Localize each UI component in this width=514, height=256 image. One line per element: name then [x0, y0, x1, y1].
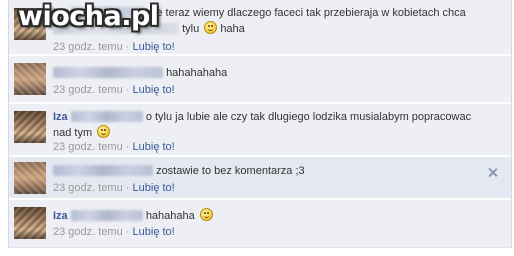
meta-separator: · [125, 141, 130, 153]
comment-divider [9, 102, 511, 103]
blurred-name [70, 210, 143, 221]
smiley-icon [97, 125, 111, 138]
avatar[interactable] [14, 8, 46, 40]
comment-author[interactable]: Iza [53, 7, 68, 19]
comment-item: Iza hahahaha 23 godz. temu · Lubię to! [9, 200, 511, 247]
comment-timestamp[interactable]: 23 godz. temu [53, 182, 123, 194]
comment-text: o tylu ja lubie ale czy tak dlugiego lod… [145, 111, 472, 123]
like-link[interactable]: Lubię to! [133, 41, 175, 53]
comment-text-tail: haha [220, 23, 245, 35]
comment-text: hahahahaha [166, 67, 228, 79]
blurred-name [70, 111, 143, 122]
like-link[interactable]: Lubię to! [133, 141, 175, 153]
comment-divider [9, 198, 511, 199]
smiley-icon [199, 208, 213, 221]
avatar[interactable] [14, 111, 46, 143]
comment-divider [9, 54, 511, 55]
comment-timestamp[interactable]: 23 godz. temu [53, 41, 123, 53]
close-icon[interactable] [488, 168, 497, 177]
comment-item: zostawie to bez komentarza ;3 23 godz. t… [9, 157, 511, 199]
blurred-name [70, 7, 145, 18]
comment-timestamp[interactable]: 23 godz. temu [53, 84, 123, 96]
comment-body: Iza o tylu ja lubie ale czy tak dlugiego… [53, 110, 483, 141]
comment-meta: 23 godz. temu · Lubię to! [53, 40, 175, 54]
like-link[interactable]: Lubię to! [133, 182, 175, 194]
like-link[interactable]: Lubię to! [133, 226, 175, 238]
like-link[interactable]: Lubię to! [133, 84, 175, 96]
obscured-text [53, 23, 179, 34]
comment-meta: 23 godz. temu · Lubię to! [53, 140, 175, 154]
meta-separator: · [125, 182, 130, 194]
comment-item: Iza ale teraz wiemy dlaczego faceci tak … [9, 0, 511, 55]
avatar[interactable] [14, 63, 46, 95]
comment-timestamp[interactable]: 23 godz. temu [53, 226, 123, 238]
meta-separator: · [125, 226, 130, 238]
comment-text: zostawie to bez komentarza ;3 [156, 165, 305, 177]
avatar[interactable] [14, 162, 46, 194]
comment-body: Iza ale teraz wiemy dlaczego faceci tak … [53, 6, 483, 21]
comment-meta: 23 godz. temu · Lubię to! [53, 225, 175, 239]
comment-meta: 23 godz. temu · Lubię to! [53, 181, 175, 195]
comment-author[interactable]: Iza [53, 111, 68, 123]
comment-text-continued: nad tym [53, 127, 93, 139]
panel-border-bottom [8, 247, 512, 248]
comment-text-continued: tylu [182, 23, 200, 35]
comment-timestamp[interactable]: 23 godz. temu [53, 141, 123, 153]
comment-body-line2: tylu haha [53, 21, 483, 37]
comment-author[interactable]: Iza [53, 210, 68, 222]
smiley-icon [204, 21, 218, 34]
comment-body: zostawie to bez komentarza ;3 [53, 164, 483, 179]
blurred-name [53, 67, 163, 78]
comment-item: hahahahaha 23 godz. temu · Lubię to! [9, 56, 511, 103]
comment-text: ale teraz wiemy dlaczego faceci tak prze… [147, 7, 466, 19]
comment-text: hahahaha [145, 210, 195, 222]
meta-separator: · [125, 41, 130, 53]
comment-meta: 23 godz. temu · Lubię to! [53, 83, 175, 97]
comment-divider [9, 155, 511, 156]
panel-border-right [511, 0, 512, 248]
comment-body: Iza hahahaha [53, 208, 483, 224]
meta-separator: · [125, 84, 130, 96]
avatar[interactable] [14, 207, 46, 239]
comment-item: Iza o tylu ja lubie ale czy tak dlugiego… [9, 104, 511, 156]
blurred-name [53, 165, 153, 176]
comment-body: hahahahaha [53, 66, 483, 81]
